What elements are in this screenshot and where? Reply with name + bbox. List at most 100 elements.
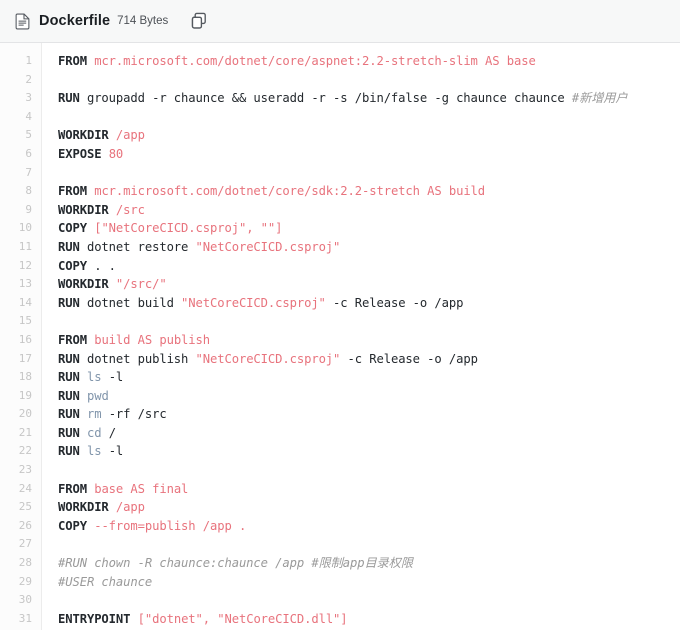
code-token-kw: EXPOSE — [58, 146, 102, 161]
code-line[interactable]: FROM build AS publish — [58, 331, 680, 350]
code-viewer[interactable]: 1 2 3 4 5 6 7 8 9 10 11 12 13 14 15 16 17 18 19 20 21 22 23 24 2… — [0, 43, 680, 630]
line-number: 16 — [18, 332, 32, 346]
line-number: 17 — [18, 351, 32, 365]
code-line[interactable]: WORKDIR /app — [58, 498, 680, 517]
line-number: 27 — [18, 537, 32, 551]
code-token-kw: RUN — [58, 239, 80, 254]
code-line[interactable] — [58, 461, 680, 480]
copy-icon[interactable] — [190, 12, 208, 30]
line-number: 29 — [18, 574, 32, 588]
code-token-str: "NetCoreCICD.csproj" — [195, 351, 341, 366]
code-line[interactable]: FROM mcr.microsoft.com/dotnet/core/sdk:2… — [58, 182, 680, 201]
code-token-cmd: rm — [86, 407, 102, 422]
code-line[interactable] — [58, 312, 680, 331]
code-line[interactable]: WORKDIR /src — [58, 201, 680, 220]
line-number: 19 — [18, 388, 32, 402]
code-line[interactable]: COPY . . — [58, 257, 680, 276]
code-token-kw: RUN — [58, 351, 80, 366]
code-token-arg: mcr.microsoft.com/dotnet/core/aspnet:2.2… — [94, 54, 536, 68]
file-header-bar: Dockerfile 714 Bytes — [0, 0, 680, 43]
code-line[interactable]: RUN pwd — [58, 387, 680, 406]
code-line[interactable]: WORKDIR /app — [58, 126, 680, 145]
code-line[interactable]: RUN rm -rf /src — [58, 405, 680, 424]
code-token-kw: RUN — [58, 91, 80, 106]
code-token-cmd: cd — [86, 425, 102, 440]
code-line[interactable]: RUN cd / — [58, 424, 680, 443]
code-line[interactable] — [58, 535, 680, 554]
line-number: 22 — [18, 444, 32, 458]
code-token-arg: /app — [115, 128, 145, 143]
code-token-kw: FROM — [58, 481, 87, 496]
code-token-kw: WORKDIR — [58, 202, 109, 217]
code-line[interactable]: RUN dotnet restore "NetCoreCICD.csproj" — [58, 238, 680, 257]
line-number: 11 — [18, 239, 32, 253]
code-token-str: "NetCoreCICD.csproj" — [181, 295, 326, 310]
code-line[interactable]: FROM mcr.microsoft.com/dotnet/core/aspne… — [58, 52, 680, 71]
code-line[interactable] — [58, 108, 680, 127]
code-line[interactable]: WORKDIR "/src/" — [58, 275, 680, 294]
line-number: 23 — [18, 463, 32, 477]
code-line[interactable]: RUN ls -l — [58, 368, 680, 387]
code-line[interactable]: RUN dotnet build "NetCoreCICD.csproj" -c… — [58, 294, 680, 313]
line-number: 4 — [25, 109, 32, 123]
line-number: 3 — [25, 91, 32, 105]
code-token-str: ["dotnet", "NetCoreCICD.dll"] — [137, 611, 348, 626]
code-line[interactable]: COPY --from=publish /app . — [58, 517, 680, 536]
code-line[interactable] — [58, 591, 680, 610]
line-number: 2 — [25, 72, 32, 86]
code-token-arg: --from=publish /app . — [94, 518, 247, 533]
code-line[interactable]: RUN dotnet publish "NetCoreCICD.csproj" … — [58, 350, 680, 369]
code-token-kw: WORKDIR — [58, 277, 109, 292]
code-line[interactable]: ENTRYPOINT ["dotnet", "NetCoreCICD.dll"] — [58, 610, 680, 629]
code-line[interactable]: EXPOSE 80 — [58, 145, 680, 164]
code-token-kw: RUN — [58, 407, 80, 422]
code-line[interactable]: #USER chaunce — [58, 573, 680, 592]
line-number: 25 — [18, 500, 32, 514]
code-token-plain: / — [101, 425, 116, 440]
line-number: 28 — [18, 556, 32, 570]
code-line[interactable]: COPY ["NetCoreCICD.csproj", ""] — [58, 219, 680, 238]
line-number: 9 — [25, 202, 32, 216]
code-token-arg: mcr.microsoft.com/dotnet/core/sdk:2.2-st… — [94, 184, 486, 199]
code-token-kw: ENTRYPOINT — [58, 611, 131, 626]
code-token-kw: RUN — [58, 370, 80, 385]
file-size: 714 Bytes — [117, 15, 169, 27]
file-name: Dockerfile — [39, 13, 111, 29]
code-line[interactable]: RUN groupadd -r chaunce && useradd -r -s… — [58, 89, 680, 108]
code-token-kw: COPY — [58, 518, 87, 533]
line-number: 14 — [18, 295, 32, 309]
code-token-cmt: #新增用户 — [571, 91, 628, 106]
code-token-cmd: pwd — [86, 388, 109, 403]
code-token-kw: FROM — [58, 54, 87, 68]
line-number: 10 — [18, 221, 32, 235]
line-number: 6 — [25, 146, 32, 160]
line-number: 20 — [18, 407, 32, 421]
code-line[interactable]: #RUN chown -R chaunce:chaunce /app #限制ap… — [58, 554, 680, 573]
code-line[interactable]: RUN ls -l — [58, 442, 680, 461]
line-number: 1 — [25, 54, 32, 67]
code-token-cmd: ls — [86, 444, 102, 459]
code-token-arg: build AS publish — [94, 332, 211, 347]
code-line[interactable] — [58, 164, 680, 183]
line-number: 18 — [18, 370, 32, 384]
code-token-cmd: ls — [86, 370, 102, 385]
code-token-str: "NetCoreCICD.csproj" — [195, 239, 341, 254]
code-line[interactable]: FROM base AS final — [58, 480, 680, 499]
code-line[interactable] — [58, 71, 680, 90]
code-token-cmt: #USER chaunce — [58, 574, 153, 589]
code-token-plain: dotnet publish — [79, 351, 196, 366]
code-content[interactable]: FROM mcr.microsoft.com/dotnet/core/aspne… — [42, 43, 680, 630]
line-number: 5 — [25, 128, 32, 142]
code-token-arg: 80 — [108, 146, 124, 161]
line-number: 13 — [18, 277, 32, 291]
line-number: 7 — [25, 165, 32, 179]
code-token-plain: dotnet build — [79, 295, 182, 310]
